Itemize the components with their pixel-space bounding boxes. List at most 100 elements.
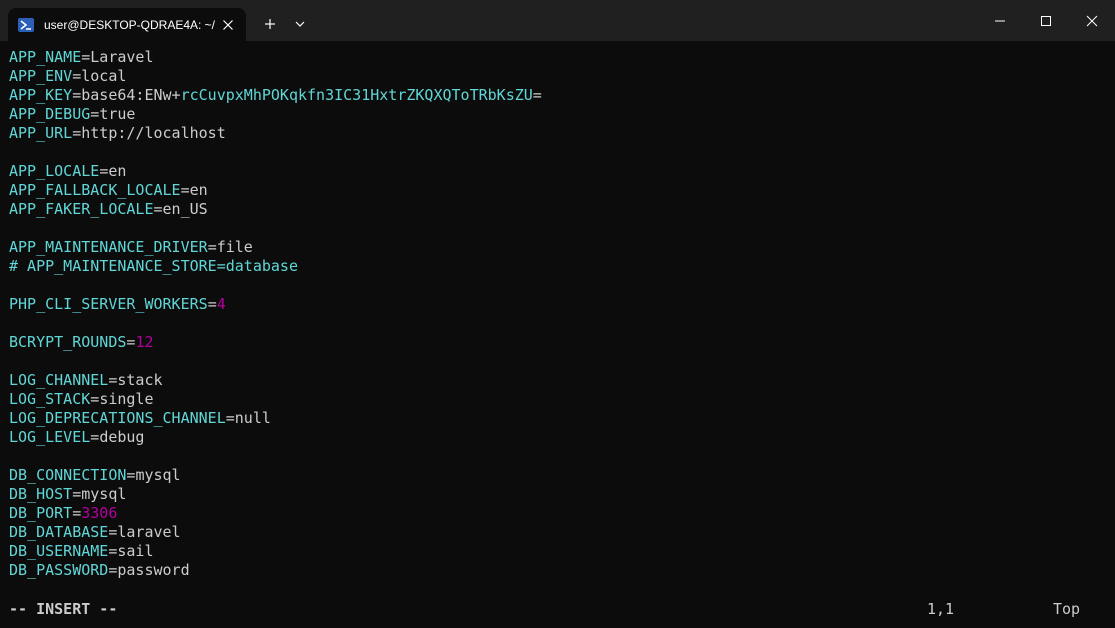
env-key: BCRYPT_ROUNDS bbox=[9, 333, 127, 351]
env-value: mysql bbox=[135, 466, 181, 484]
editor-line: APP_FAKER_LOCALE=en_US bbox=[9, 200, 1109, 219]
env-value: mysql bbox=[81, 485, 127, 503]
editor-line: APP_DEBUG=true bbox=[9, 105, 1109, 124]
editor-line: DB_PORT=3306 bbox=[9, 504, 1109, 523]
env-value: sail bbox=[117, 542, 154, 560]
editor-line: PHP_CLI_SERVER_WORKERS=4 bbox=[9, 295, 1109, 314]
terminal-buffer[interactable]: APP_NAME=Laravel APP_ENV=local APP_KEY=bas… bbox=[9, 48, 1109, 584]
editor-line: LOG_DEPRECATIONS_CHANNEL=null bbox=[9, 409, 1109, 428]
env-value: base64:ENw+ bbox=[81, 86, 181, 104]
equals-sign: = bbox=[72, 67, 82, 85]
terminal-tab[interactable]: user@DESKTOP-QDRAE4A: ~/ bbox=[8, 8, 246, 41]
insert-mode-indicator: -- INSERT -- bbox=[9, 600, 118, 618]
equals-sign: = bbox=[90, 428, 100, 446]
equals-sign: = bbox=[207, 295, 217, 313]
env-value: laravel bbox=[117, 523, 181, 541]
editor-line: DB_USERNAME=sail bbox=[9, 542, 1109, 561]
equals-sign: = bbox=[72, 485, 82, 503]
minimize-icon bbox=[995, 20, 1005, 22]
env-value: 3306 bbox=[81, 504, 118, 522]
env-key: DB_PORT bbox=[9, 504, 73, 522]
editor-line: BCRYPT_ROUNDS=12 bbox=[9, 333, 1109, 352]
powershell-icon bbox=[18, 17, 34, 33]
env-value: 12 bbox=[135, 333, 154, 351]
editor-line: DB_HOST=mysql bbox=[9, 485, 1109, 504]
env-key: LOG_STACK bbox=[9, 390, 91, 408]
env-key: APP_FALLBACK_LOCALE bbox=[9, 181, 181, 199]
env-value-suffix: = bbox=[532, 86, 542, 104]
equals-sign: = bbox=[72, 124, 82, 142]
cursor-position: 1,1 bbox=[927, 600, 955, 618]
equals-sign: = bbox=[99, 162, 109, 180]
env-value: null bbox=[234, 409, 271, 427]
env-key: DB_PASSWORD bbox=[9, 561, 109, 579]
env-key: LOG_CHANNEL bbox=[9, 371, 109, 389]
equals-sign: = bbox=[72, 504, 82, 522]
env-value: file bbox=[216, 238, 253, 256]
editor-line: # APP_MAINTENANCE_STORE=database bbox=[9, 257, 1109, 276]
env-value: en bbox=[108, 162, 127, 180]
env-value: en bbox=[189, 181, 208, 199]
env-key: APP_NAME bbox=[9, 48, 82, 66]
minimize-button[interactable] bbox=[977, 0, 1023, 41]
env-key: DB_DATABASE bbox=[9, 523, 109, 541]
env-key: DB_CONNECTION bbox=[9, 466, 127, 484]
editor-line: APP_MAINTENANCE_DRIVER=file bbox=[9, 238, 1109, 257]
equals-sign: = bbox=[90, 105, 100, 123]
editor-line: APP_NAME=Laravel bbox=[9, 48, 1109, 67]
env-value: http://localhost bbox=[81, 124, 226, 142]
close-icon[interactable] bbox=[220, 17, 236, 33]
vim-status-line: -- INSERT -- 1,1 Top bbox=[9, 600, 1109, 619]
env-value: 4 bbox=[216, 295, 226, 313]
editor-line: DB_CONNECTION=mysql bbox=[9, 466, 1109, 485]
maximize-icon bbox=[1041, 16, 1051, 26]
env-key: APP_LOCALE bbox=[9, 162, 100, 180]
maximize-button[interactable] bbox=[1023, 0, 1069, 41]
editor-line: LOG_LEVEL=debug bbox=[9, 428, 1109, 447]
env-key: DB_HOST bbox=[9, 485, 73, 503]
env-value: stack bbox=[117, 371, 163, 389]
chevron-down-icon bbox=[295, 21, 305, 27]
env-key: DB_USERNAME bbox=[9, 542, 109, 560]
env-value: local bbox=[81, 67, 127, 85]
tab-title: user@DESKTOP-QDRAE4A: ~/ bbox=[44, 18, 216, 32]
env-key: PHP_CLI_SERVER_WORKERS bbox=[9, 295, 208, 313]
env-key: LOG_LEVEL bbox=[9, 428, 91, 446]
env-value-highlight: rcCuvpxMhPOKqkfn3IC31HxtrZKQXQToTRbKsZU bbox=[180, 86, 533, 104]
env-key: APP_MAINTENANCE_DRIVER bbox=[9, 238, 208, 256]
env-key: APP_URL bbox=[9, 124, 73, 142]
plus-icon bbox=[265, 19, 275, 29]
editor-line: DB_DATABASE=laravel bbox=[9, 523, 1109, 542]
comment-text: # APP_MAINTENANCE_STORE=database bbox=[9, 257, 298, 275]
equals-sign: = bbox=[153, 200, 163, 218]
equals-sign: = bbox=[207, 238, 217, 256]
env-key: APP_FAKER_LOCALE bbox=[9, 200, 154, 218]
env-key: APP_DEBUG bbox=[9, 105, 91, 123]
equals-sign: = bbox=[81, 48, 91, 66]
editor-line: LOG_STACK=single bbox=[9, 390, 1109, 409]
env-key: LOG_DEPRECATIONS_CHANNEL bbox=[9, 409, 226, 427]
env-key: APP_KEY bbox=[9, 86, 73, 104]
editor-line: APP_KEY = base64:ENw+rcCuvpxMhPOKqkfn3IC31… bbox=[9, 86, 1109, 105]
new-tab-button[interactable] bbox=[258, 12, 282, 36]
close-icon bbox=[1086, 15, 1098, 27]
tab-dropdown-button[interactable] bbox=[290, 12, 310, 36]
editor-line: LOG_CHANNEL=stack bbox=[9, 371, 1109, 390]
env-value: true bbox=[99, 105, 136, 123]
env-value: password bbox=[117, 561, 190, 579]
editor-line: APP_URL=http://localhost bbox=[9, 124, 1109, 143]
window-close-button[interactable] bbox=[1069, 0, 1115, 41]
equals-sign: = bbox=[225, 409, 235, 427]
equals-sign: = bbox=[90, 390, 100, 408]
scroll-position: Top bbox=[1053, 600, 1081, 618]
editor-line: APP_LOCALE=en bbox=[9, 162, 1109, 181]
env-value: en_US bbox=[162, 200, 208, 218]
env-key: APP_ENV bbox=[9, 67, 73, 85]
equals-sign: = bbox=[180, 181, 190, 199]
